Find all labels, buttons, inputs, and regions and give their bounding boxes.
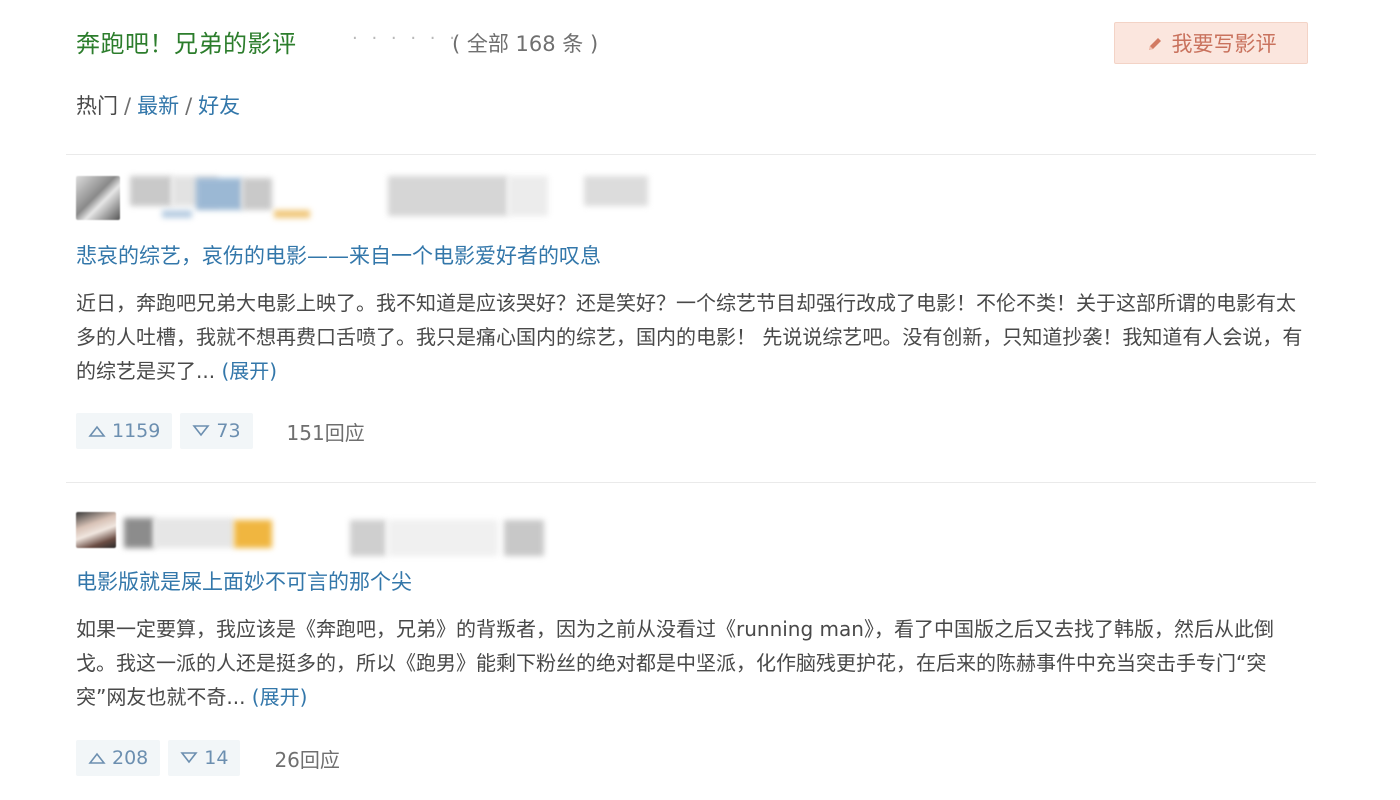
- useless-count: 14: [204, 747, 229, 769]
- write-review-label: 我要写影评: [1171, 32, 1277, 56]
- blurred-badge: [242, 178, 272, 210]
- blurred-mark: [162, 210, 192, 218]
- useful-button[interactable]: 1159: [76, 413, 173, 449]
- review-list-page: 奔跑吧！兄弟的影评 · · · · · · ( 全部 168 条 ) 我要写影评…: [0, 0, 1400, 800]
- thumbs-up-triangle-icon: [88, 425, 106, 437]
- blurred-date: [508, 176, 548, 216]
- reply-count[interactable]: 151回应: [287, 417, 365, 446]
- blurred-date: [388, 520, 498, 556]
- review-count[interactable]: ( 全部 168 条 ): [452, 28, 598, 58]
- thumbs-down-triangle-icon: [180, 752, 198, 764]
- reply-count[interactable]: 26回应: [274, 744, 339, 773]
- useful-button[interactable]: 208: [76, 740, 161, 776]
- reviewer-info: [76, 176, 676, 222]
- thumbs-down-triangle-icon: [192, 425, 210, 437]
- tab-latest[interactable]: 最新: [137, 94, 179, 118]
- tab-separator: /: [124, 94, 132, 118]
- blurred-date: [504, 520, 544, 556]
- write-review-button[interactable]: 我要写影评: [1114, 22, 1308, 64]
- tab-friends[interactable]: 好友: [198, 94, 240, 118]
- sort-tabs: 热门 / 最新 / 好友: [76, 90, 240, 120]
- tab-separator: /: [185, 94, 193, 118]
- reviewer-avatar[interactable]: [76, 512, 116, 548]
- review-body: 如果一定要算，我应该是《奔跑吧，兄弟》的背叛者，因为之前从没看过《running…: [76, 612, 1306, 714]
- blurred-badge: [196, 178, 242, 210]
- useless-count: 73: [216, 420, 241, 442]
- blurred-username: [154, 518, 234, 548]
- blurred-date: [388, 176, 508, 216]
- blurred-rating: [234, 520, 272, 548]
- review-actions: 208 14 26回应: [76, 740, 340, 776]
- useful-count: 1159: [112, 420, 161, 442]
- review-actions: 1159 73 151回应: [76, 413, 365, 449]
- useless-button[interactable]: 14: [168, 740, 241, 776]
- blurred-date: [584, 176, 648, 206]
- blurred-rating: [274, 210, 310, 218]
- useful-count: 208: [112, 747, 149, 769]
- thumbs-up-triangle-icon: [88, 752, 106, 764]
- tab-hot[interactable]: 热门: [76, 94, 118, 118]
- review-title[interactable]: 悲哀的综艺，哀伤的电影——来自一个电影爱好者的叹息: [76, 240, 601, 270]
- page-title[interactable]: 奔跑吧！兄弟的影评: [76, 24, 297, 59]
- expand-link[interactable]: (展开): [221, 359, 277, 383]
- review-body: 近日，奔跑吧兄弟大电影上映了。我不知道是应该哭好？还是笑好？一个综艺节目却强行改…: [76, 286, 1306, 388]
- title-dots: · · · · · ·: [352, 28, 459, 49]
- expand-link[interactable]: (展开): [252, 685, 308, 709]
- pencil-icon: [1146, 34, 1164, 52]
- divider: [66, 154, 1316, 155]
- useless-button[interactable]: 73: [180, 413, 253, 449]
- reviewer-info: [76, 512, 676, 558]
- blurred-username: [130, 176, 172, 206]
- review-title[interactable]: 电影版就是屎上面妙不可言的那个尖: [76, 566, 412, 596]
- reviewer-avatar[interactable]: [76, 176, 120, 220]
- blurred-date: [350, 520, 386, 556]
- blurred-username: [124, 518, 154, 548]
- divider: [66, 482, 1316, 483]
